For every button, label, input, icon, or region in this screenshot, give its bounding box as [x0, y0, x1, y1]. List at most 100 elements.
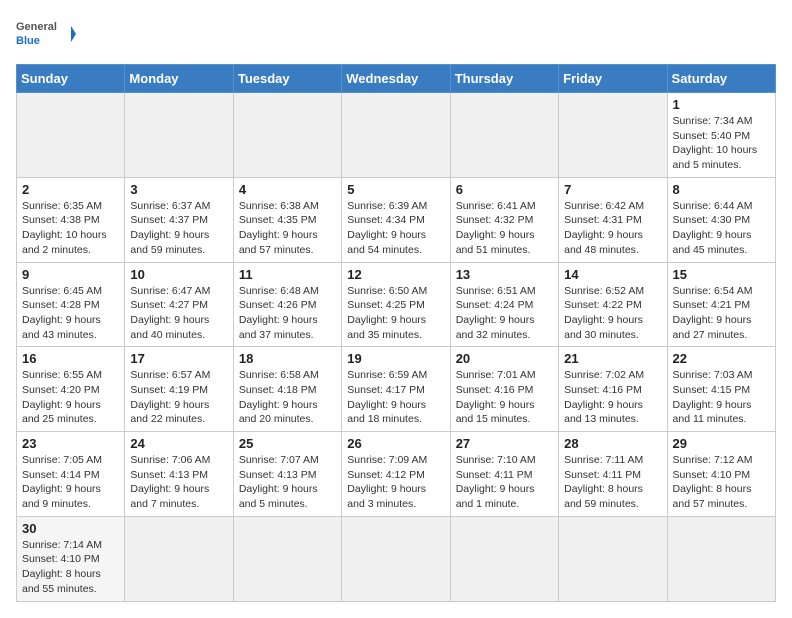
calendar-cell: 9 Sunrise: 6:45 AM Sunset: 4:28 PM Daylig…: [17, 262, 125, 347]
day-info: Sunrise: 6:35 AM Sunset: 4:38 PM Dayligh…: [22, 199, 119, 258]
calendar-cell: 26 Sunrise: 7:09 AM Sunset: 4:12 PM Dayli…: [342, 432, 450, 517]
calendar-cell: 2 Sunrise: 6:35 AM Sunset: 4:38 PM Daylig…: [17, 177, 125, 262]
calendar-cell: 17 Sunrise: 6:57 AM Sunset: 4:19 PM Dayli…: [125, 347, 233, 432]
day-number: 26: [347, 436, 444, 451]
calendar-table: SundayMondayTuesdayWednesdayThursdayFrid…: [16, 64, 776, 602]
day-info: Sunrise: 6:41 AM Sunset: 4:32 PM Dayligh…: [456, 199, 553, 258]
page-header: General Blue: [16, 16, 776, 52]
calendar-week-row: 2 Sunrise: 6:35 AM Sunset: 4:38 PM Daylig…: [17, 177, 776, 262]
logo-svg: General Blue: [16, 16, 76, 52]
day-number: 9: [22, 267, 119, 282]
day-info: Sunrise: 7:10 AM Sunset: 4:11 PM Dayligh…: [456, 453, 553, 512]
calendar-cell: 8Sunrise: 6:44 AM Sunset: 4:30 PM Daylig…: [667, 177, 775, 262]
day-info: Sunrise: 6:52 AM Sunset: 4:22 PM Dayligh…: [564, 284, 661, 343]
calendar-cell: 4 Sunrise: 6:38 AM Sunset: 4:35 PM Daylig…: [233, 177, 341, 262]
calendar-cell: 22 Sunrise: 7:03 AM Sunset: 4:15 PM Dayli…: [667, 347, 775, 432]
day-number: 11: [239, 267, 336, 282]
logo: General Blue: [16, 16, 76, 52]
day-number: 5: [347, 182, 444, 197]
calendar-cell: 27 Sunrise: 7:10 AM Sunset: 4:11 PM Dayli…: [450, 432, 558, 517]
day-info: Sunrise: 7:34 AM Sunset: 5:40 PM Dayligh…: [673, 114, 770, 173]
calendar-cell: 16Sunrise: 6:55 AM Sunset: 4:20 PM Dayli…: [17, 347, 125, 432]
day-info: Sunrise: 6:58 AM Sunset: 4:18 PM Dayligh…: [239, 368, 336, 427]
day-info: Sunrise: 7:06 AM Sunset: 4:13 PM Dayligh…: [130, 453, 227, 512]
day-number: 12: [347, 267, 444, 282]
day-number: 14: [564, 267, 661, 282]
column-header-thursday: Thursday: [450, 65, 558, 93]
day-info: Sunrise: 6:50 AM Sunset: 4:25 PM Dayligh…: [347, 284, 444, 343]
calendar-cell: 29 Sunrise: 7:12 AM Sunset: 4:10 PM Dayli…: [667, 432, 775, 517]
calendar-cell: 30Sunrise: 7:14 AM Sunset: 4:10 PM Dayli…: [17, 516, 125, 601]
calendar-header-row: SundayMondayTuesdayWednesdayThursdayFrid…: [17, 65, 776, 93]
calendar-cell: [233, 516, 341, 601]
day-info: Sunrise: 6:51 AM Sunset: 4:24 PM Dayligh…: [456, 284, 553, 343]
day-number: 23: [22, 436, 119, 451]
calendar-cell: [450, 516, 558, 601]
calendar-cell: 13Sunrise: 6:51 AM Sunset: 4:24 PM Dayli…: [450, 262, 558, 347]
day-info: Sunrise: 6:59 AM Sunset: 4:17 PM Dayligh…: [347, 368, 444, 427]
day-number: 19: [347, 351, 444, 366]
calendar-cell: 19 Sunrise: 6:59 AM Sunset: 4:17 PM Dayli…: [342, 347, 450, 432]
day-info: Sunrise: 6:38 AM Sunset: 4:35 PM Dayligh…: [239, 199, 336, 258]
day-number: 16: [22, 351, 119, 366]
calendar-cell: [559, 93, 667, 178]
calendar-cell: 25 Sunrise: 7:07 AM Sunset: 4:13 PM Dayli…: [233, 432, 341, 517]
day-number: 1: [673, 97, 770, 112]
day-number: 29: [673, 436, 770, 451]
day-number: 2: [22, 182, 119, 197]
calendar-cell: [342, 93, 450, 178]
calendar-cell: 21 Sunrise: 7:02 AM Sunset: 4:16 PM Dayli…: [559, 347, 667, 432]
day-info: Sunrise: 7:01 AM Sunset: 4:16 PM Dayligh…: [456, 368, 553, 427]
calendar-week-row: 23 Sunrise: 7:05 AM Sunset: 4:14 PM Dayli…: [17, 432, 776, 517]
calendar-week-row: 30Sunrise: 7:14 AM Sunset: 4:10 PM Dayli…: [17, 516, 776, 601]
calendar-cell: 6Sunrise: 6:41 AM Sunset: 4:32 PM Daylig…: [450, 177, 558, 262]
day-info: Sunrise: 6:48 AM Sunset: 4:26 PM Dayligh…: [239, 284, 336, 343]
calendar-cell: [125, 93, 233, 178]
day-number: 25: [239, 436, 336, 451]
day-info: Sunrise: 7:14 AM Sunset: 4:10 PM Dayligh…: [22, 538, 119, 597]
calendar-cell: 1 Sunrise: 7:34 AM Sunset: 5:40 PM Daylig…: [667, 93, 775, 178]
calendar-cell: [125, 516, 233, 601]
calendar-cell: 24 Sunrise: 7:06 AM Sunset: 4:13 PM Dayli…: [125, 432, 233, 517]
calendar-cell: [17, 93, 125, 178]
day-info: Sunrise: 7:02 AM Sunset: 4:16 PM Dayligh…: [564, 368, 661, 427]
column-header-saturday: Saturday: [667, 65, 775, 93]
day-info: Sunrise: 6:39 AM Sunset: 4:34 PM Dayligh…: [347, 199, 444, 258]
day-number: 20: [456, 351, 553, 366]
day-info: Sunrise: 7:07 AM Sunset: 4:13 PM Dayligh…: [239, 453, 336, 512]
day-number: 4: [239, 182, 336, 197]
day-number: 22: [673, 351, 770, 366]
calendar-cell: 23 Sunrise: 7:05 AM Sunset: 4:14 PM Dayli…: [17, 432, 125, 517]
day-number: 27: [456, 436, 553, 451]
day-number: 15: [673, 267, 770, 282]
calendar-week-row: 9 Sunrise: 6:45 AM Sunset: 4:28 PM Daylig…: [17, 262, 776, 347]
day-info: Sunrise: 6:44 AM Sunset: 4:30 PM Dayligh…: [673, 199, 770, 258]
day-info: Sunrise: 7:05 AM Sunset: 4:14 PM Dayligh…: [22, 453, 119, 512]
calendar-cell: 28Sunrise: 7:11 AM Sunset: 4:11 PM Dayli…: [559, 432, 667, 517]
calendar-week-row: 1 Sunrise: 7:34 AM Sunset: 5:40 PM Daylig…: [17, 93, 776, 178]
day-info: Sunrise: 6:45 AM Sunset: 4:28 PM Dayligh…: [22, 284, 119, 343]
calendar-cell: 7Sunrise: 6:42 AM Sunset: 4:31 PM Daylig…: [559, 177, 667, 262]
column-header-friday: Friday: [559, 65, 667, 93]
calendar-cell: 11 Sunrise: 6:48 AM Sunset: 4:26 PM Dayli…: [233, 262, 341, 347]
day-info: Sunrise: 7:12 AM Sunset: 4:10 PM Dayligh…: [673, 453, 770, 512]
column-header-tuesday: Tuesday: [233, 65, 341, 93]
svg-text:Blue: Blue: [16, 35, 40, 47]
calendar-cell: 5 Sunrise: 6:39 AM Sunset: 4:34 PM Daylig…: [342, 177, 450, 262]
calendar-cell: 12 Sunrise: 6:50 AM Sunset: 4:25 PM Dayli…: [342, 262, 450, 347]
day-info: Sunrise: 6:57 AM Sunset: 4:19 PM Dayligh…: [130, 368, 227, 427]
calendar-cell: 15 Sunrise: 6:54 AM Sunset: 4:21 PM Dayli…: [667, 262, 775, 347]
day-info: Sunrise: 7:03 AM Sunset: 4:15 PM Dayligh…: [673, 368, 770, 427]
day-number: 24: [130, 436, 227, 451]
day-info: Sunrise: 6:47 AM Sunset: 4:27 PM Dayligh…: [130, 284, 227, 343]
day-number: 10: [130, 267, 227, 282]
day-info: Sunrise: 6:54 AM Sunset: 4:21 PM Dayligh…: [673, 284, 770, 343]
calendar-week-row: 16Sunrise: 6:55 AM Sunset: 4:20 PM Dayli…: [17, 347, 776, 432]
calendar-cell: [342, 516, 450, 601]
day-info: Sunrise: 7:09 AM Sunset: 4:12 PM Dayligh…: [347, 453, 444, 512]
day-number: 17: [130, 351, 227, 366]
calendar-cell: 10 Sunrise: 6:47 AM Sunset: 4:27 PM Dayli…: [125, 262, 233, 347]
day-number: 21: [564, 351, 661, 366]
column-header-sunday: Sunday: [17, 65, 125, 93]
day-info: Sunrise: 6:42 AM Sunset: 4:31 PM Dayligh…: [564, 199, 661, 258]
